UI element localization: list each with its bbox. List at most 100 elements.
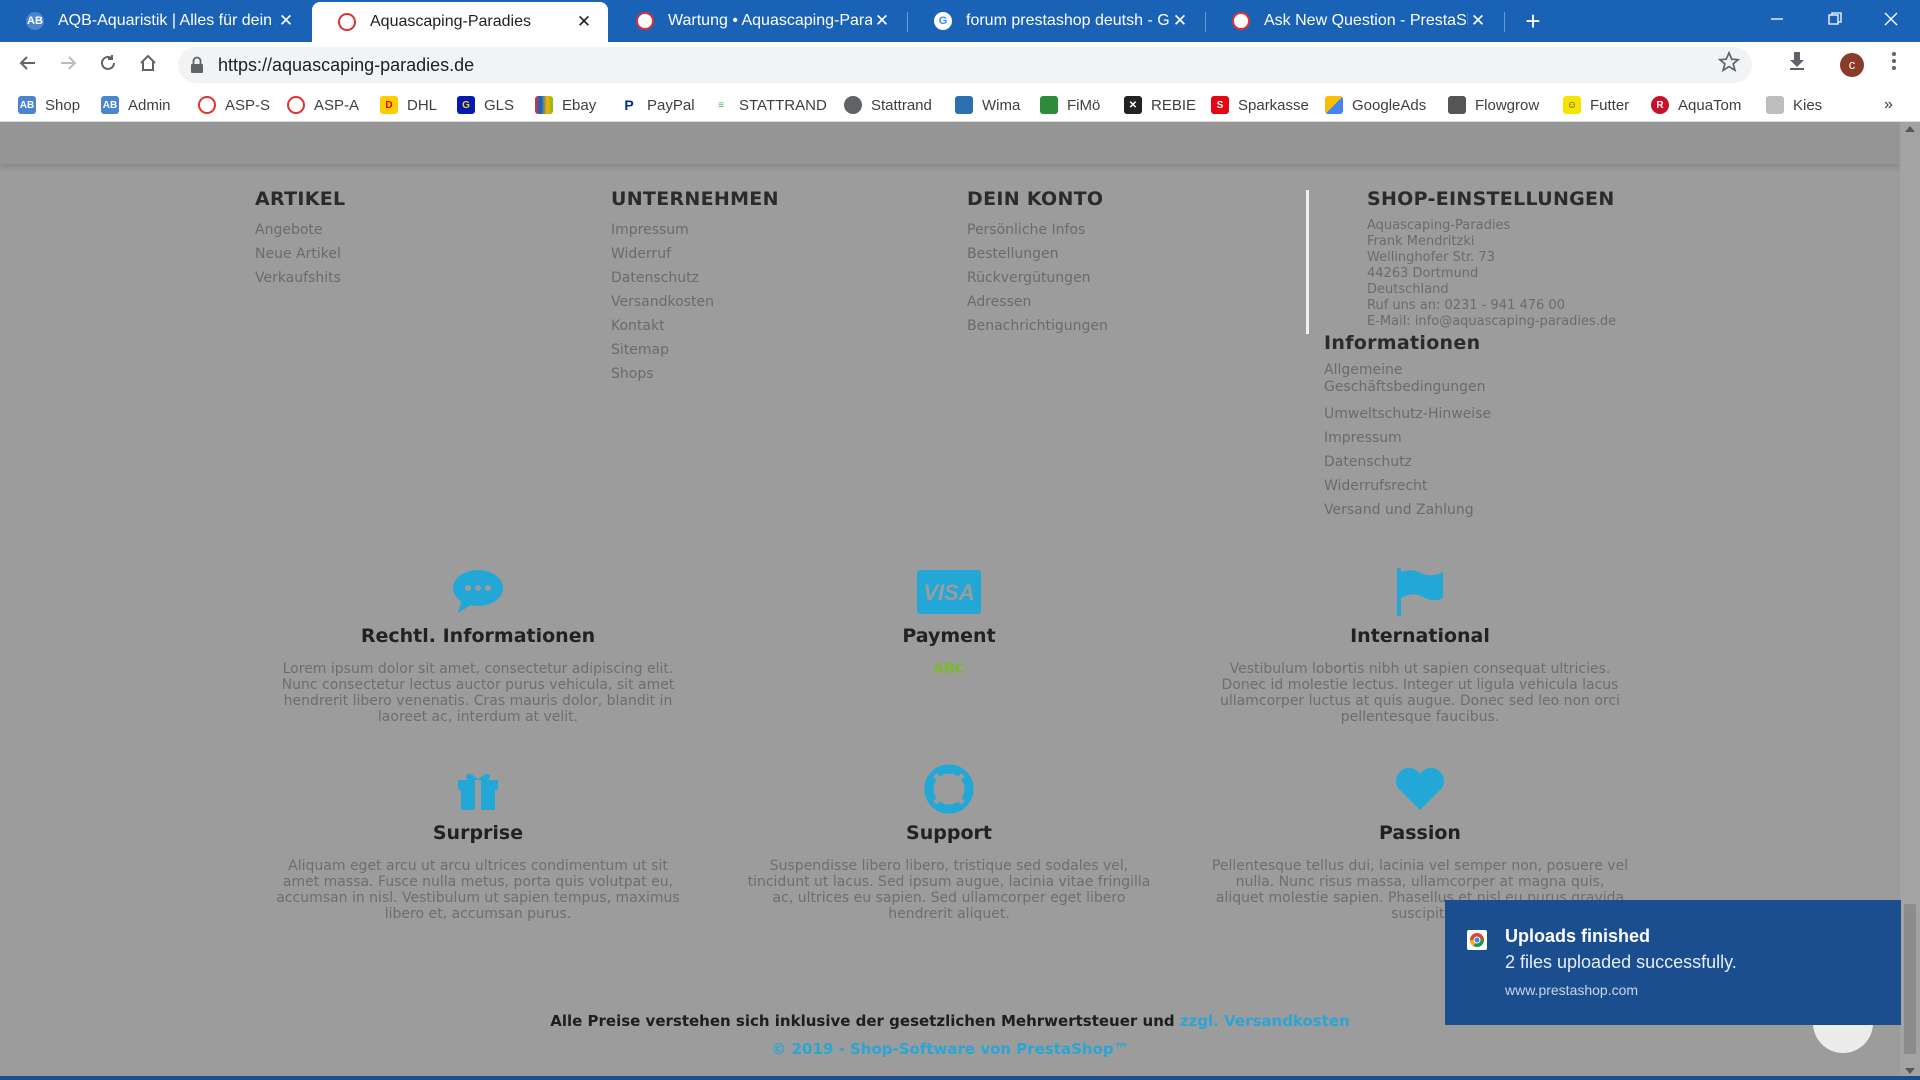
profile-avatar[interactable]: c xyxy=(1840,53,1864,77)
footer-link-neue-artikel[interactable]: Neue Artikel xyxy=(255,242,345,266)
shipping-costs-link[interactable]: zzgl. Versandkosten xyxy=(1180,1012,1350,1030)
footer-column-dein-konto: DEIN KONTO Persönliche Infos Bestellunge… xyxy=(967,188,1108,338)
bookmark-futter[interactable]: ☺ Futter xyxy=(1563,88,1629,122)
footer-link-rueckverguetungen[interactable]: Rückvergütungen xyxy=(967,266,1108,290)
gift-icon xyxy=(258,764,698,814)
info-text: Aliquam eget arcu ut arcu ultrices condi… xyxy=(276,858,680,922)
bookmark-paypal[interactable]: P PayPal xyxy=(620,88,695,122)
footer-link-angebote[interactable]: Angebote xyxy=(255,218,345,242)
email-line[interactable]: E-Mail: info@aquascaping-paradies.de xyxy=(1367,314,1616,330)
arrow-left-icon xyxy=(19,56,35,70)
browser-titlebar: AB AQB-Aquaristik | Alles für dein Aq ✕ … xyxy=(0,0,1920,42)
footer-link-umweltschutz[interactable]: Umweltschutz-Hinweise xyxy=(1324,402,1564,426)
footer-link-verkaufshits[interactable]: Verkaufshits xyxy=(255,266,345,290)
tab-close-icon[interactable]: ✕ xyxy=(1170,11,1190,31)
bookmark-dhl[interactable]: D DHL xyxy=(380,88,437,122)
url-text[interactable]: https://aquascaping-paradies.de xyxy=(218,47,474,83)
bookmark-gls[interactable]: G GLS xyxy=(457,88,514,122)
bookmark-rebie[interactable]: ✕ REBIE xyxy=(1124,88,1196,122)
bookmark-googleads[interactable]: GoogleAds xyxy=(1325,88,1426,122)
bookmark-kies[interactable]: Kies xyxy=(1766,88,1822,122)
footer-link-datenschutz[interactable]: Datenschutz xyxy=(1324,450,1564,474)
bookmark-sparkasse[interactable]: S Sparkasse xyxy=(1211,88,1309,122)
kies-icon xyxy=(1766,96,1784,114)
footer-link-shops[interactable]: Shops xyxy=(611,362,779,386)
bookmark-stattrand-2[interactable]: Stattrand xyxy=(844,88,932,122)
bookmark-aquatom[interactable]: R AquaTom xyxy=(1651,88,1741,122)
bookmark-flowgrow[interactable]: Flowgrow xyxy=(1448,88,1539,122)
footer-link-versandkosten[interactable]: Versandkosten xyxy=(611,290,779,314)
lock-icon xyxy=(191,56,203,73)
taskbar-strip xyxy=(0,1076,1920,1080)
bookmark-ebay[interactable]: Ebay xyxy=(535,88,596,122)
footer-link-widerruf[interactable]: Widerruf xyxy=(611,242,779,266)
info-block-passion: Passion Pellentesque tellus dui, lacinia… xyxy=(1200,764,1640,922)
address-line: Deutschland xyxy=(1367,282,1449,297)
minimize-button[interactable] xyxy=(1748,0,1806,42)
tab-ask-new-question[interactable]: Ask New Question - PrestaSh ✕ xyxy=(1206,0,1502,42)
footer-link-kontakt[interactable]: Kontakt xyxy=(611,314,779,338)
back-button[interactable] xyxy=(12,49,44,81)
bookmark-admin[interactable]: AB Admin xyxy=(101,88,171,122)
footer-link-sitemap[interactable]: Sitemap xyxy=(611,338,779,362)
new-tab-button[interactable]: + xyxy=(1518,6,1548,36)
bookmarks-overflow-button[interactable]: » xyxy=(1884,88,1893,122)
tab-google-search[interactable]: G forum prestashop deutsh - Googl ✕ xyxy=(908,0,1204,42)
bookmark-asp-s[interactable]: ASP-S xyxy=(198,88,270,122)
restore-button[interactable] xyxy=(1806,0,1864,42)
address-bar[interactable]: https://aquascaping-paradies.de xyxy=(178,47,1752,83)
footer-link-persoenliche-infos[interactable]: Persönliche Infos xyxy=(967,218,1108,242)
tab-close-icon[interactable]: ✕ xyxy=(872,11,892,31)
tab-title: forum prestashop deutsh - Googl xyxy=(966,12,1170,29)
scroll-up-icon[interactable] xyxy=(1905,126,1915,132)
bookmark-star-icon[interactable] xyxy=(1718,51,1740,73)
footer-link-versand-zahlung[interactable]: Versand und Zahlung xyxy=(1324,498,1564,522)
bookmark-fimo[interactable]: FiMö xyxy=(1040,88,1100,122)
footer-link-benachrichtigungen[interactable]: Benachrichtigungen xyxy=(967,314,1108,338)
tab-title: Ask New Question - PrestaSh xyxy=(1264,12,1468,29)
ebay-icon xyxy=(535,96,553,114)
tab-close-icon[interactable]: ✕ xyxy=(276,11,296,31)
footer-link-widerrufsrecht[interactable]: Widerrufsrecht xyxy=(1324,474,1564,498)
dhl-icon: D xyxy=(380,96,398,114)
notification-source: www.prestashop.com xyxy=(1505,982,1639,998)
footer-link-bestellungen[interactable]: Bestellungen xyxy=(967,242,1108,266)
bookmark-shop[interactable]: AB Shop xyxy=(18,88,80,122)
footer-link-impressum[interactable]: Impressum xyxy=(1324,426,1564,450)
home-button[interactable] xyxy=(132,49,164,81)
prestashop-favicon-icon xyxy=(636,12,654,30)
tab-close-icon[interactable]: ✕ xyxy=(1468,11,1488,31)
prestashop-favicon-icon xyxy=(1232,12,1250,30)
aqb-favicon-icon: AB xyxy=(26,12,44,30)
forward-button[interactable] xyxy=(52,49,84,81)
bookmark-stattrand[interactable]: ≡ STATTRAND xyxy=(712,88,827,122)
footer-heading: SHOP-EINSTELLUNGEN xyxy=(1367,188,1615,210)
wima-icon xyxy=(955,96,973,114)
scrollbar-thumb[interactable] xyxy=(1904,904,1916,1054)
page-scrollbar[interactable] xyxy=(1900,122,1920,1080)
footer-link-agb[interactable]: Allgemeine Geschäftsbedingungen xyxy=(1324,362,1564,396)
footer-link-impressum[interactable]: Impressum xyxy=(611,218,779,242)
close-window-button[interactable] xyxy=(1862,0,1920,42)
copyright-link[interactable]: © 2019 - Shop-Software von PrestaShop™ xyxy=(771,1040,1128,1058)
footer-column-shop-einstellungen: SHOP-EINSTELLUNGEN Aquascaping-Paradies … xyxy=(1367,188,1616,330)
bookmark-asp-a[interactable]: ASP-A xyxy=(287,88,359,122)
footer-link-adressen[interactable]: Adressen xyxy=(967,290,1108,314)
globe-icon xyxy=(844,96,862,114)
scroll-down-icon[interactable] xyxy=(1905,1068,1915,1074)
reload-button[interactable] xyxy=(92,49,124,81)
upload-notification[interactable]: Uploads finished 2 files uploaded succes… xyxy=(1445,900,1901,1025)
footer-heading: UNTERNEHMEN xyxy=(611,188,779,210)
info-title: Payment xyxy=(902,625,996,647)
tab-wartung[interactable]: Wartung • Aquascaping-Paradies ✕ xyxy=(610,0,906,42)
download-button[interactable] xyxy=(1783,51,1811,79)
tab-close-icon[interactable]: ✕ xyxy=(574,12,594,32)
info-text: Lorem ipsum dolor sit amet, consectetur … xyxy=(281,661,675,725)
footer-link-datenschutz[interactable]: Datenschutz xyxy=(611,266,779,290)
tab-aqb-aquaristik[interactable]: AB AQB-Aquaristik | Alles für dein Aq ✕ xyxy=(0,0,310,42)
bookmark-wima[interactable]: Wima xyxy=(955,88,1020,122)
tab-aquascaping-paradies[interactable]: Aquascaping-Paradies ✕ xyxy=(312,2,608,42)
browser-menu-button[interactable] xyxy=(1880,51,1908,79)
flag-icon xyxy=(1200,567,1640,617)
tab-title: Aquascaping-Paradies xyxy=(370,13,531,30)
